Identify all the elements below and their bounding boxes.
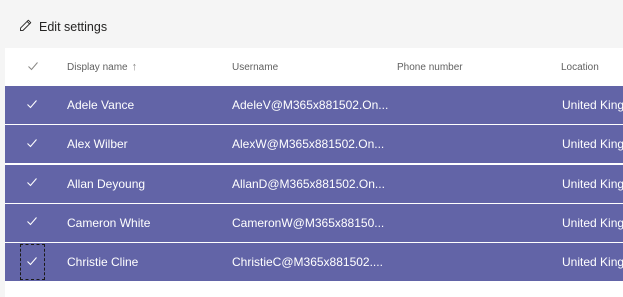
table-row[interactable]: Alex Wilber AlexW@M365x881502.On... Unit… [5, 125, 623, 164]
cell-username: AllanD@M365x881502.On... [232, 176, 385, 191]
select-all-checkbox[interactable] [27, 48, 39, 86]
column-header-label: Phone number [397, 61, 463, 73]
table-row[interactable]: Adele Vance AdeleV@M365x881502.On... Uni… [5, 86, 623, 124]
pencil-icon [19, 19, 39, 35]
column-header-username[interactable]: Username [232, 48, 278, 86]
cell-location: United Kinga [562, 215, 623, 230]
cell-display-name: Allan Deyoung [67, 176, 146, 191]
edit-settings-button[interactable]: Edit settings [19, 19, 107, 35]
column-header-label: Location [561, 61, 599, 73]
row-checkbox[interactable] [26, 86, 38, 124]
cell-username: ChristieC@M365x881502.... [232, 255, 383, 270]
cell-display-name: Alex Wilber [67, 137, 128, 152]
cell-username: AlexW@M365x881502.On... [232, 137, 385, 152]
table-row[interactable]: Cameron White CameronW@M365x88150... Uni… [5, 203, 623, 242]
users-table: Display name ↑ Username Phone number Loc… [5, 48, 623, 297]
sort-ascending-icon: ↑ [131, 61, 138, 73]
checkmark-icon [26, 98, 38, 113]
table-row[interactable]: Allan Deyoung AllanD@M365x881502.On... U… [5, 164, 623, 203]
cell-display-name: Christie Cline [67, 255, 139, 270]
cell-display-name: Cameron White [67, 215, 151, 230]
column-header-phone-number[interactable]: Phone number [397, 48, 463, 86]
cell-username: CameronW@M365x88150... [232, 215, 385, 230]
column-header-label: Username [232, 61, 279, 73]
column-header-label: Display name [67, 61, 128, 73]
row-checkbox[interactable] [26, 125, 38, 163]
table-header: Display name ↑ Username Phone number Loc… [5, 48, 623, 86]
edit-settings-label: Edit settings [39, 20, 108, 34]
row-checkbox[interactable] [26, 165, 38, 203]
checkmark-icon [26, 176, 38, 191]
row-checkbox[interactable] [26, 204, 38, 242]
cell-location: United Kinga [562, 137, 623, 152]
column-header-display-name[interactable]: Display name ↑ [67, 48, 137, 86]
column-header-location[interactable]: Location [561, 48, 599, 86]
cell-display-name: Adele Vance [67, 98, 135, 112]
checkmark-icon [27, 60, 39, 75]
app-frame: Edit settings Display name ↑ Username Ph… [0, 0, 623, 297]
cell-location: United Kinga [562, 98, 623, 112]
cell-username: AdeleV@M365x881502.On... [232, 98, 389, 112]
toolbar: Edit settings [0, 8, 623, 46]
table-row[interactable]: Christie Cline ChristieC@M365x881502....… [5, 243, 623, 282]
checkmark-icon [26, 215, 38, 230]
cell-location: United Kinga [562, 255, 623, 270]
checkmark-icon [26, 137, 38, 152]
cell-location: United Kinga [562, 176, 623, 191]
row-checkbox[interactable] [26, 243, 38, 281]
checkmark-icon [26, 255, 38, 270]
